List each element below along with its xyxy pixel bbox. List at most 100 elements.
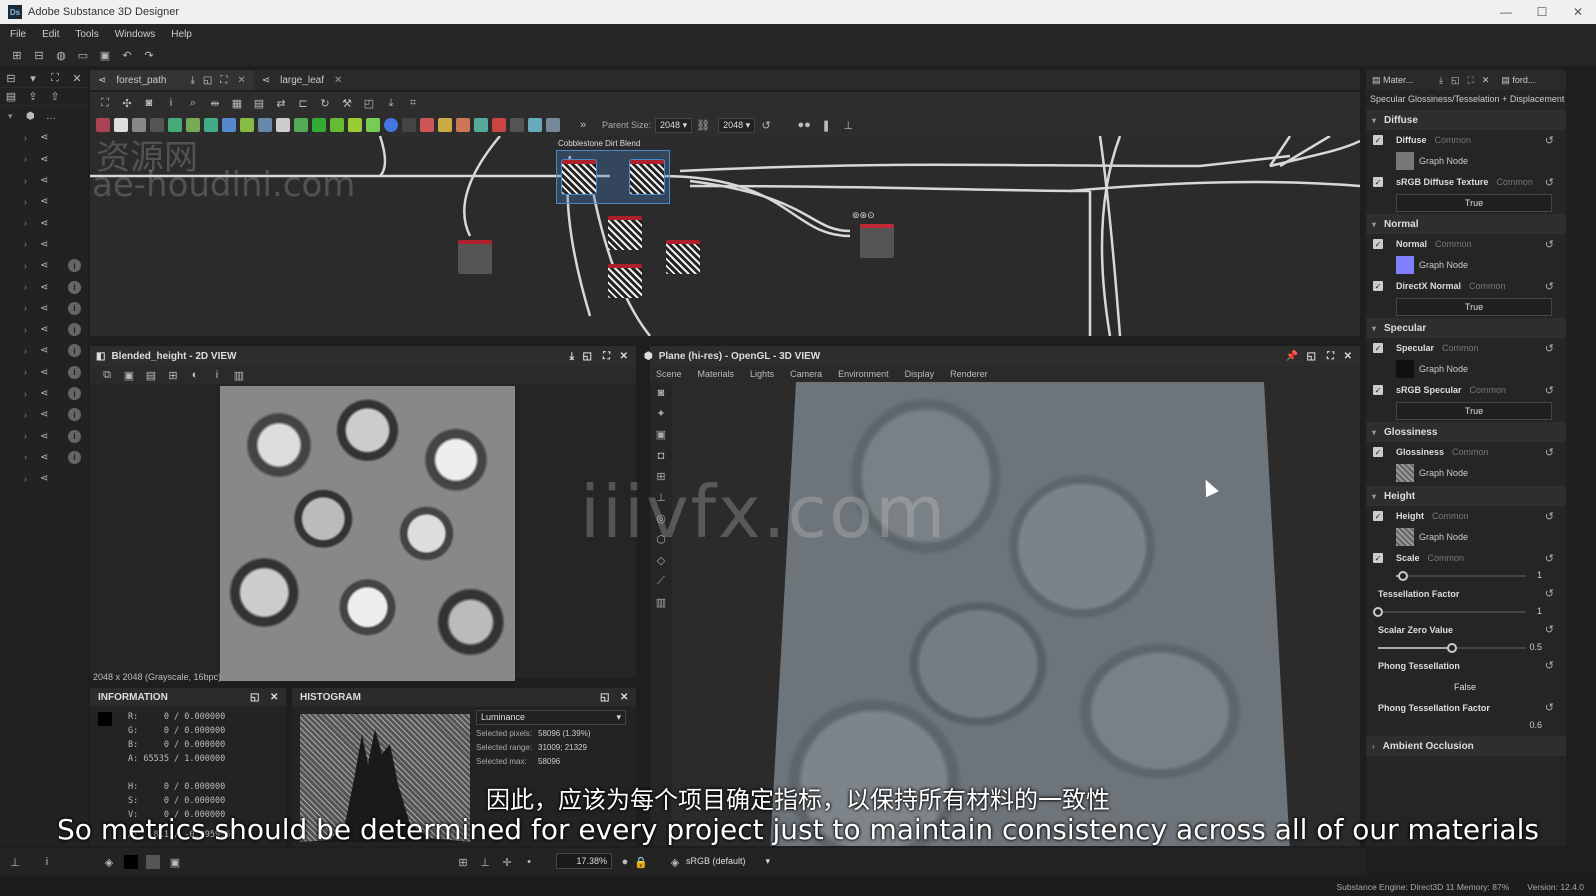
enable-checkbox[interactable]: ✓ xyxy=(1373,281,1383,291)
close-tab-icon[interactable]: ✕ xyxy=(237,75,245,86)
black-swatch-icon[interactable] xyxy=(124,855,138,869)
list-item[interactable]: › ⋖ i xyxy=(0,404,88,425)
maximize-icon[interactable]: ☐ xyxy=(1524,0,1560,24)
glossiness-graph-node[interactable]: Graph Node xyxy=(1366,462,1566,484)
reset-icon[interactable]: ↺ xyxy=(1545,587,1554,600)
snap-icon[interactable]: ⌗ xyxy=(406,96,420,110)
menu-file[interactable]: File xyxy=(10,29,26,40)
more-icon[interactable]: » xyxy=(576,118,590,132)
open-folder-icon[interactable]: ▭ xyxy=(76,48,90,62)
list-item[interactable]: › ⋖ xyxy=(0,149,88,170)
chevron-right-icon[interactable]: › xyxy=(24,261,27,271)
reset-icon[interactable]: ↺ xyxy=(1545,446,1554,459)
camera-icon[interactable]: ◙ xyxy=(650,382,672,403)
frame-node-icon[interactable] xyxy=(528,118,542,132)
float-icon[interactable]: ◱ xyxy=(1451,75,1460,86)
reset-icon[interactable]: ↺ xyxy=(1545,238,1554,251)
thermometer-icon[interactable]: ❚ xyxy=(819,118,833,132)
graph-node[interactable] xyxy=(608,216,642,250)
save-icon[interactable]: ▣ xyxy=(122,368,136,382)
section-glossiness[interactable]: ▾ Glossiness xyxy=(1366,422,1566,442)
levels-node-icon[interactable] xyxy=(204,118,218,132)
menu-scene[interactable]: Scene xyxy=(656,369,682,379)
list-item[interactable]: › ⋖ xyxy=(0,191,88,212)
chevron-right-icon[interactable]: › xyxy=(24,176,27,186)
info-icon[interactable]: i xyxy=(68,408,81,422)
reset-icon[interactable]: ↺ xyxy=(1545,176,1554,189)
redo-icon[interactable]: ↷ xyxy=(142,48,156,62)
close-icon[interactable]: ✕ xyxy=(620,692,628,703)
explorer-icon[interactable]: ⊟ xyxy=(4,72,18,86)
parent-size-dropdown[interactable]: 2048 ▾ xyxy=(655,117,693,133)
filter-node-icon[interactable] xyxy=(240,118,254,132)
list-item[interactable]: › ⋖ i xyxy=(0,319,88,340)
export-icon[interactable]: ⇪ xyxy=(26,90,40,104)
phong-factor-slider[interactable]: 0.6 xyxy=(1348,718,1566,734)
screenshot-icon[interactable]: ◙ xyxy=(142,96,156,110)
tab-forest-path[interactable]: ⋖ forest_path ⤓ ◱ ⛶ ✕ xyxy=(90,70,254,90)
chevron-right-icon[interactable]: › xyxy=(24,325,27,335)
list-item[interactable]: › ⋖ i xyxy=(0,276,88,297)
copy-icon[interactable]: ⧉ xyxy=(100,368,114,382)
reset-icon[interactable]: ↺ xyxy=(1545,552,1554,565)
maximize-icon[interactable]: ⛶ xyxy=(603,351,610,362)
info-icon[interactable]: i xyxy=(68,344,81,358)
grid-icon[interactable]: ⊞ xyxy=(456,855,470,869)
save-icon[interactable]: ▣ xyxy=(98,48,112,62)
chevron-right-icon[interactable]: › xyxy=(24,431,27,441)
globe-icon[interactable]: ◍ xyxy=(54,48,68,62)
slider-handle[interactable] xyxy=(1447,643,1457,653)
fx-node-icon[interactable] xyxy=(402,118,416,132)
info-icon[interactable]: i xyxy=(40,855,54,869)
info-icon[interactable]: i xyxy=(68,387,81,400)
directx-toggle[interactable]: True xyxy=(1396,298,1552,316)
reset-icon[interactable]: ↺ xyxy=(1545,134,1554,147)
tools-icon[interactable]: ⚒ xyxy=(340,96,354,110)
gizmo-icon[interactable]: ⟋ xyxy=(650,571,672,592)
menu-windows[interactable]: Windows xyxy=(115,29,156,40)
close-icon[interactable]: ✕ xyxy=(1344,351,1352,362)
package-row[interactable]: ▾ ⬢… xyxy=(0,106,88,127)
grid-icon[interactable]: ▤ xyxy=(252,96,266,110)
align-icon[interactable]: ▦ xyxy=(230,96,244,110)
fit-icon[interactable]: ● xyxy=(618,855,632,869)
output-node[interactable] xyxy=(860,224,894,258)
colorspace-dropdown[interactable]: sRGB (default) ▾ xyxy=(686,853,786,869)
enable-checkbox[interactable]: ✓ xyxy=(1373,135,1383,145)
chevron-right-icon[interactable]: › xyxy=(24,303,27,313)
close-icon[interactable]: ✕ xyxy=(1482,75,1490,86)
reset-icon[interactable]: ↺ xyxy=(1545,510,1554,523)
graph-node[interactable] xyxy=(458,240,492,274)
connect-icon[interactable]: ⇄ xyxy=(274,96,288,110)
tile-icon[interactable]: ⊞ xyxy=(166,368,180,382)
publish-icon[interactable]: ⇧ xyxy=(48,90,62,104)
warp-node-icon[interactable] xyxy=(258,118,272,132)
frame-icon[interactable]: ⛶ xyxy=(98,96,112,110)
explorer-icon[interactable]: ⊥ xyxy=(8,855,22,869)
float-icon[interactable]: ◱ xyxy=(600,692,609,703)
graph-node[interactable] xyxy=(561,159,597,195)
maximize-icon[interactable]: ⛶ xyxy=(1468,75,1474,86)
refresh-icon[interactable]: ↻ xyxy=(318,96,332,110)
new-package-icon[interactable]: ⊟ xyxy=(32,48,46,62)
tessellation-slider[interactable]: 1 xyxy=(1348,604,1566,620)
reset-icon[interactable]: ↺ xyxy=(759,118,773,132)
undo-icon[interactable]: ↶ xyxy=(120,48,134,62)
info-icon[interactable]: i xyxy=(68,429,81,443)
reset-icon[interactable]: ↺ xyxy=(1545,384,1554,397)
info-icon[interactable]: i xyxy=(68,280,81,294)
enable-checkbox[interactable]: ✓ xyxy=(1373,447,1383,457)
list-item[interactable]: › ⋖ i xyxy=(0,425,88,446)
graph-node[interactable] xyxy=(629,159,665,195)
list-item[interactable]: › ⋖ i xyxy=(0,383,88,404)
chevron-right-icon[interactable]: › xyxy=(24,452,27,462)
menu-materials[interactable]: Materials xyxy=(698,369,735,379)
close-icon[interactable]: ✕ xyxy=(270,692,278,703)
chevron-right-icon[interactable]: › xyxy=(24,218,27,228)
pin-icon[interactable]: ⤓ xyxy=(1439,75,1443,86)
list-item[interactable]: › ⋖ i xyxy=(0,255,88,276)
histogram-channel-dropdown[interactable]: Luminance ▾ xyxy=(476,710,626,725)
chevron-right-icon[interactable]: › xyxy=(24,367,27,377)
pin-icon[interactable]: 📌 xyxy=(1286,351,1298,362)
noise-node-icon[interactable] xyxy=(312,118,326,132)
